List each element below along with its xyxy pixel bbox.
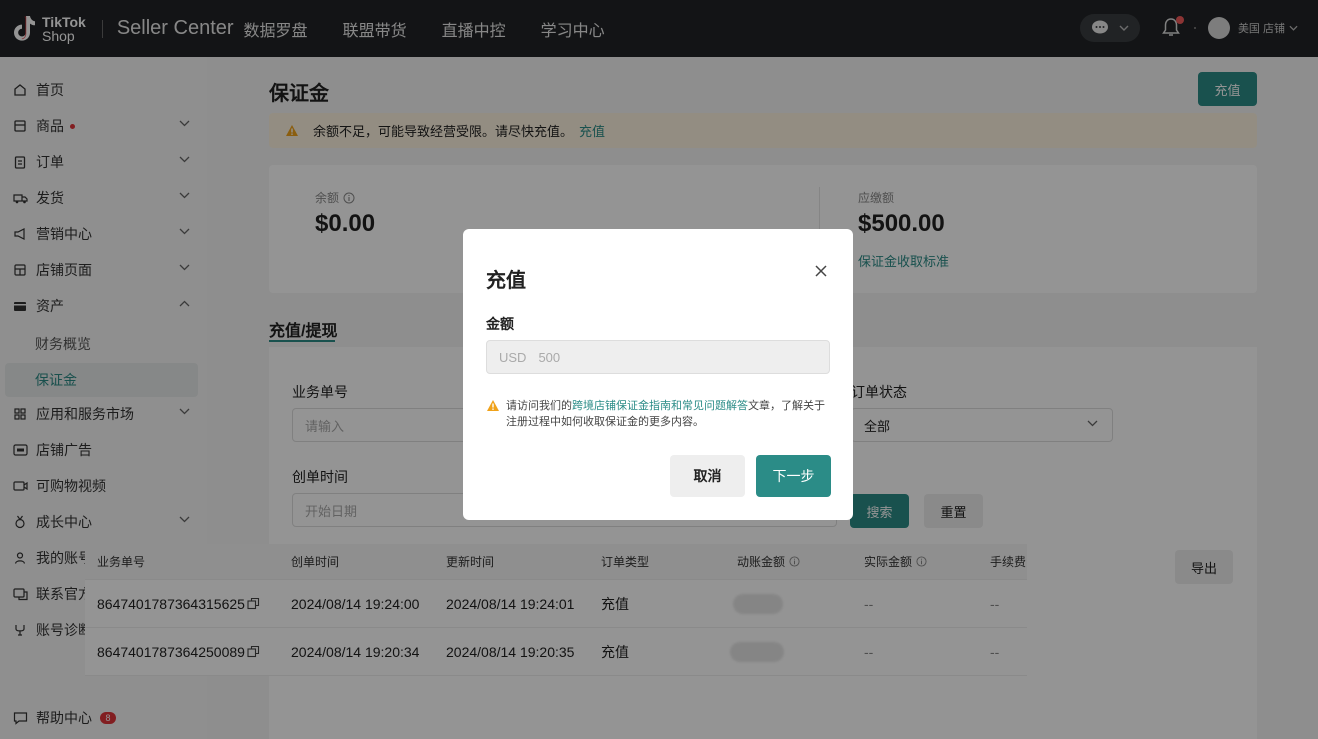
- amount-placeholder: 500: [538, 349, 561, 365]
- amount-input[interactable]: USD 500: [486, 340, 830, 374]
- warning-icon: [487, 400, 499, 411]
- note-text: 请访问我们的跨境店铺保证金指南和常见问题解答文章，了解关于注册过程中如何收取保证…: [506, 398, 832, 430]
- note-prefix: 请访问我们的: [506, 400, 572, 412]
- amount-label: 金额: [486, 316, 514, 332]
- next-button[interactable]: 下一步: [756, 455, 831, 497]
- modal-title: 充值: [486, 270, 526, 292]
- cancel-button[interactable]: 取消: [670, 455, 745, 497]
- deposit-guide-note: 请访问我们的跨境店铺保证金指南和常见问题解答文章，了解关于注册过程中如何收取保证…: [486, 398, 832, 430]
- currency-prefix: USD: [499, 349, 527, 365]
- close-icon[interactable]: [813, 263, 829, 279]
- deposit-guide-link[interactable]: 跨境店铺保证金指南和常见问题解答: [572, 400, 748, 412]
- topup-modal: 充值 金额 USD 500 请访问我们的跨境店铺保证金指南和常见问题解答文章，了…: [463, 229, 853, 520]
